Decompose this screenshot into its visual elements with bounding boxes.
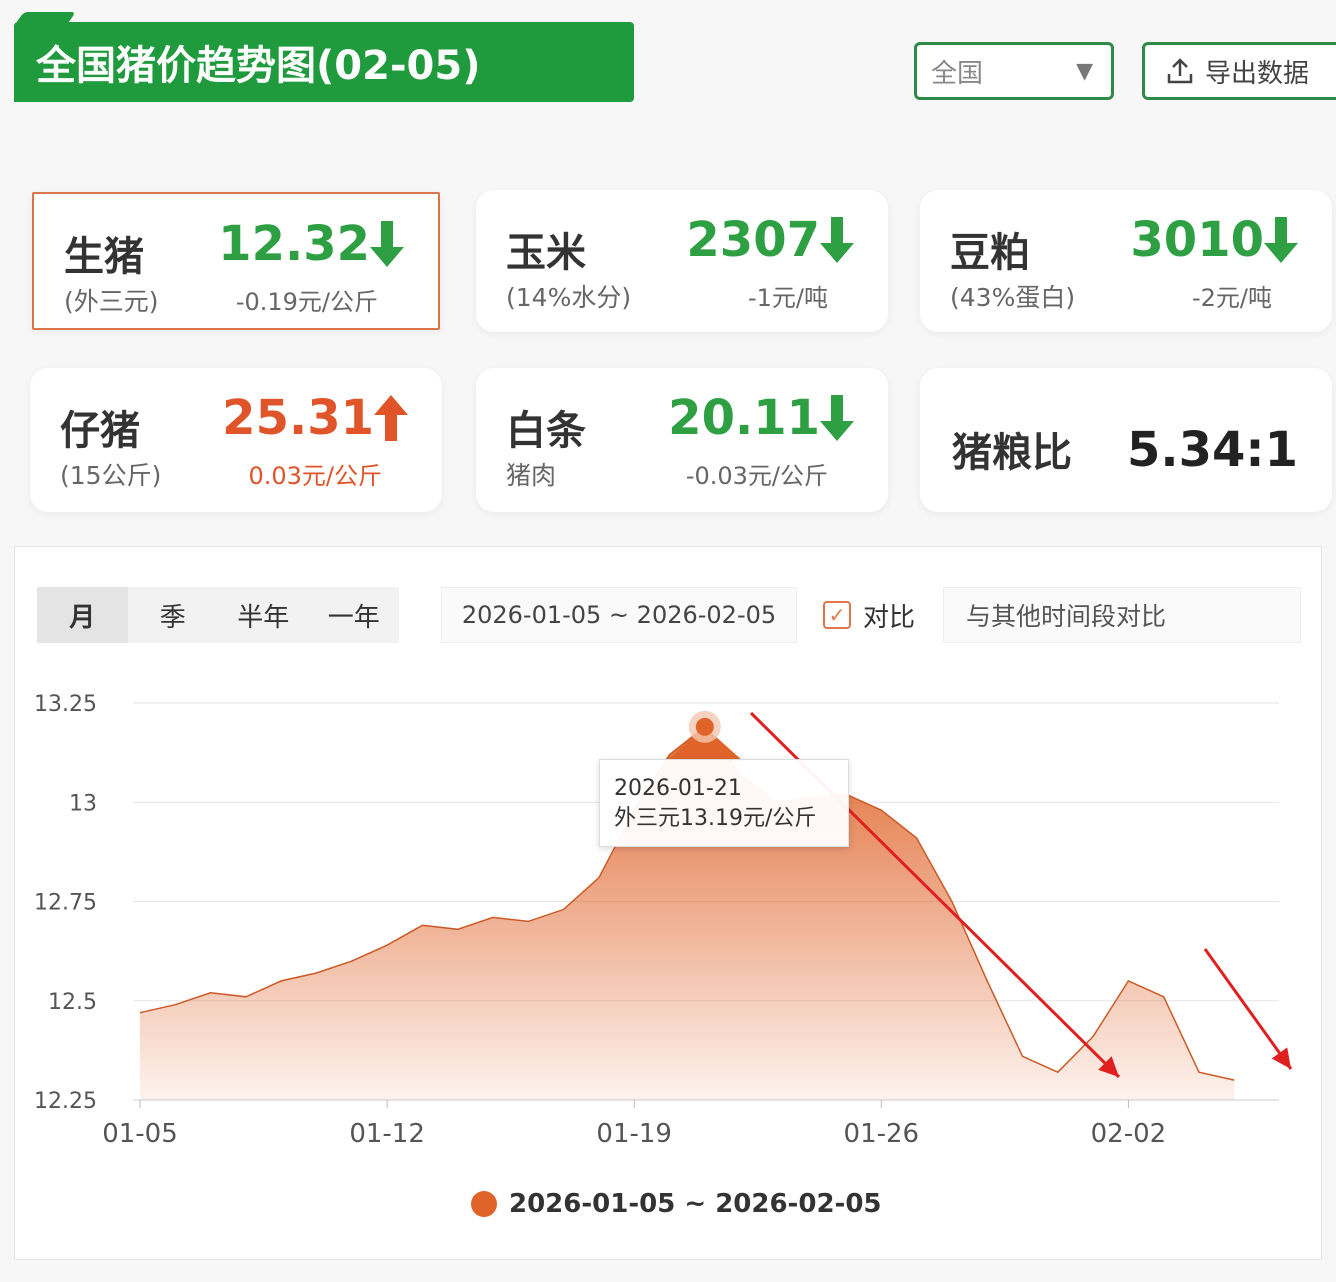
annotation-arrow-2-shaft: [1203, 948, 1293, 1070]
upload-icon: [1167, 58, 1193, 84]
chart-panel: 月 季 半年 一年 2026-01-05 ~ 2026-02-05 ✓ 对比 与…: [14, 546, 1322, 1260]
y-tick-label: 12.25: [34, 1089, 97, 1114]
region-select-value: 全国: [931, 58, 984, 89]
arrow-down-icon: [370, 221, 404, 267]
highlight-point: [695, 717, 714, 736]
card-name: 仔猪: [60, 408, 140, 454]
card-price: 2307: [686, 212, 854, 268]
card-price: 3010: [1130, 212, 1298, 268]
y-tick-label: 12.5: [48, 990, 97, 1015]
x-tick-label: 01-19: [596, 1119, 672, 1149]
card-pork-carcass[interactable]: 白条 猪肉 20.11 -0.03元/公斤: [476, 368, 888, 512]
page-title: 全国猪价趋势图(02-05): [14, 22, 634, 102]
card-price: 12.32: [218, 216, 404, 272]
card-piglet[interactable]: 仔猪 (15公斤) 25.31 0.03元/公斤: [30, 368, 442, 512]
card-price: 25.31: [222, 390, 408, 446]
card-name: 豆粕: [950, 230, 1030, 276]
card-pig-grain-ratio[interactable]: 猪粮比 5.34:1: [920, 368, 1332, 512]
x-tick-label: 01-26: [844, 1119, 920, 1149]
card-name: 玉米: [506, 230, 586, 276]
export-data-button[interactable]: 导出数据: [1142, 42, 1336, 100]
y-tick-label: 12.75: [34, 891, 97, 916]
export-data-label: 导出数据: [1205, 58, 1310, 89]
legend-marker: [471, 1191, 497, 1217]
card-change: -1元/吨: [747, 284, 828, 312]
card-change: -0.19元/公斤: [235, 288, 378, 316]
price-area-chart: 13.25 13 12.75 12.5 12.2501-05 01-12 01-19 01-2…: [34, 692, 1293, 1149]
arrow-down-icon: [820, 217, 854, 263]
page-title-text: 全国猪价趋势图(02-05): [36, 43, 481, 89]
card-live-pig[interactable]: 生猪 (外三元) 12.32 -0.19元/公斤: [32, 192, 440, 330]
region-select[interactable]: 全国 ▼: [914, 42, 1114, 100]
x-tick-label: 01-12: [349, 1119, 425, 1149]
card-change: -2元/吨: [1191, 284, 1272, 312]
card-change: 0.03元/公斤: [248, 462, 382, 490]
card-soybean-meal[interactable]: 豆粕 (43%蛋白) 3010 -2元/吨: [920, 190, 1332, 332]
ratio-value: 5.34:1: [1126, 422, 1298, 478]
chart-legend[interactable]: 2026-01-05 ~ 2026-02-05: [471, 1189, 882, 1219]
tooltip-date: 2026-01-21: [614, 776, 742, 801]
card-price: 20.11: [668, 390, 854, 446]
card-sub: (外三元): [64, 287, 159, 316]
arrow-down-icon: [1264, 217, 1298, 263]
x-tick-label: 01-05: [102, 1119, 178, 1149]
arrow-up-icon: [374, 395, 408, 441]
card-name: 白条: [506, 408, 586, 454]
card-corn[interactable]: 玉米 (14%水分) 2307 -1元/吨: [476, 190, 888, 332]
tooltip-value: 外三元13.19元/公斤: [614, 806, 817, 831]
card-name: 生猪: [64, 234, 144, 280]
dropdown-caret-icon: ▼: [1076, 58, 1093, 84]
card-sub: (43%蛋白): [950, 283, 1076, 312]
card-sub: (14%水分): [506, 283, 632, 312]
card-sub: (15公斤): [60, 461, 162, 490]
x-tick-label: 02-02: [1091, 1119, 1167, 1149]
card-change: -0.03元/公斤: [685, 462, 828, 490]
y-tick-label: 13.25: [34, 692, 97, 717]
arrow-down-icon: [820, 395, 854, 441]
chart-tooltip: 2026-01-21 外三元13.19元/公斤: [599, 759, 849, 847]
annotation-arrow-2-head: [1271, 1047, 1291, 1069]
ratio-name: 猪粮比: [952, 430, 1072, 476]
y-tick-label: 13: [69, 791, 97, 816]
legend-label: 2026-01-05 ~ 2026-02-05: [509, 1189, 882, 1219]
card-sub: 猪肉: [506, 461, 557, 490]
